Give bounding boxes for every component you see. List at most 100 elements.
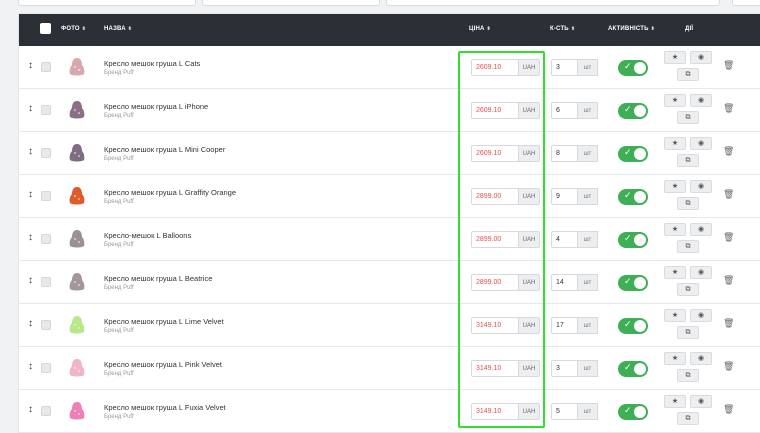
view-button[interactable]: ◉ [690,180,712,193]
delete-icon[interactable]: 🗑 [723,232,734,243]
table-row[interactable]: ↕ Кресло мешок груша L Cats Бренд Puff 2… [19,46,760,89]
row-checkbox[interactable] [41,234,51,244]
row-checkbox[interactable] [41,62,51,72]
drag-handle-icon[interactable]: ↕ [28,104,33,114]
view-button[interactable]: ◉ [690,137,712,150]
star-button[interactable]: ★ [664,352,686,365]
star-button[interactable]: ★ [664,395,686,408]
price-input[interactable]: 3149.10 [471,317,519,334]
table-row[interactable]: ↕ Кресло мешок груша L iPhone Бренд Puff… [19,89,760,132]
delete-icon[interactable]: 🗑 [723,189,734,200]
delete-icon[interactable]: 🗑 [723,60,734,71]
drag-handle-icon[interactable]: ↕ [28,362,33,372]
row-checkbox[interactable] [41,148,51,158]
copy-button[interactable]: ⧉ [677,154,699,167]
row-checkbox[interactable] [41,191,51,201]
delete-icon[interactable]: 🗑 [723,318,734,329]
price-input[interactable]: 2899.00 [471,274,519,291]
quantity-input[interactable]: 9 [551,188,578,205]
product-name[interactable]: Кресло мешок груша L Cats [104,59,200,68]
active-toggle[interactable]: ✓ [618,275,648,291]
header-active[interactable]: АКТИВНІСТЬ ⬍ [608,26,655,32]
copy-button[interactable]: ⧉ [677,240,699,253]
product-name[interactable]: Кресло мешок груша L iPhone [104,102,208,111]
quantity-input[interactable]: 8 [551,145,578,162]
copy-button[interactable]: ⧉ [677,197,699,210]
star-button[interactable]: ★ [664,309,686,322]
product-name[interactable]: Кресло мешок груша L Mini Cooper [104,145,225,154]
active-toggle[interactable]: ✓ [618,146,648,162]
row-checkbox[interactable] [41,363,51,373]
star-button[interactable]: ★ [664,180,686,193]
drag-handle-icon[interactable]: ↕ [28,61,33,71]
drag-handle-icon[interactable]: ↕ [28,147,33,157]
view-button[interactable]: ◉ [690,223,712,236]
quantity-input[interactable]: 4 [551,231,578,248]
quantity-input[interactable]: 6 [551,102,578,119]
active-toggle[interactable]: ✓ [618,361,648,377]
star-button[interactable]: ★ [664,137,686,150]
table-row[interactable]: ↕ Кресло мешок груша L Beatrice Бренд Pu… [19,261,760,304]
delete-icon[interactable]: 🗑 [723,361,734,372]
product-name[interactable]: Кресло мешок груша L Lime Velvet [104,317,224,326]
active-toggle[interactable]: ✓ [618,404,648,420]
delete-icon[interactable]: 🗑 [723,103,734,114]
drag-handle-icon[interactable]: ↕ [28,319,33,329]
table-row[interactable]: ↕ Кресло мешок груша L Graffity Orange Б… [19,175,760,218]
price-input[interactable]: 3149.10 [471,403,519,420]
header-price[interactable]: ЦІНА ⬍ [469,26,491,32]
table-row[interactable]: ↕ Кресло мешок груша L Fuxia Velvet Брен… [19,390,760,433]
active-toggle[interactable]: ✓ [618,60,648,76]
product-name[interactable]: Кресло-мешок L Balloons [104,231,191,240]
quantity-input[interactable]: 5 [551,403,578,420]
filter-field-4[interactable] [732,0,760,6]
quantity-input[interactable]: 17 [551,317,578,334]
drag-handle-icon[interactable]: ↕ [28,276,33,286]
row-checkbox[interactable] [41,320,51,330]
table-row[interactable]: ↕ Кресло мешок груша L Mini Cooper Бренд… [19,132,760,175]
copy-button[interactable]: ⧉ [677,68,699,81]
star-button[interactable]: ★ [664,266,686,279]
row-checkbox[interactable] [41,105,51,115]
copy-button[interactable]: ⧉ [677,283,699,296]
quantity-input[interactable]: 3 [551,59,578,76]
header-name[interactable]: НАЗВА ⬍ [104,26,132,32]
product-name[interactable]: Кресло мешок груша L Fuxia Velvet [104,403,226,412]
drag-handle-icon[interactable]: ↕ [28,190,33,200]
quantity-input[interactable]: 3 [551,360,578,377]
select-all-checkbox[interactable] [40,23,51,34]
filter-field-1[interactable] [18,0,196,6]
header-qty[interactable]: К-СТЬ ⬍ [550,26,575,32]
price-input[interactable]: 2609.10 [471,102,519,119]
row-checkbox[interactable] [41,277,51,287]
product-name[interactable]: Кресло мешок груша L Beatrice [104,274,212,283]
drag-handle-icon[interactable]: ↕ [28,233,33,243]
filter-field-2[interactable] [202,0,380,6]
copy-button[interactable]: ⧉ [677,111,699,124]
star-button[interactable]: ★ [664,51,686,64]
active-toggle[interactable]: ✓ [618,103,648,119]
view-button[interactable]: ◉ [690,395,712,408]
copy-button[interactable]: ⧉ [677,412,699,425]
drag-handle-icon[interactable]: ↕ [28,405,33,415]
price-input[interactable]: 2899.00 [471,231,519,248]
price-input[interactable]: 3149.10 [471,360,519,377]
delete-icon[interactable]: 🗑 [723,146,734,157]
product-name[interactable]: Кресло мешок груша L Graffity Orange [104,188,236,197]
copy-button[interactable]: ⧉ [677,369,699,382]
filter-field-3[interactable] [386,0,720,6]
copy-button[interactable]: ⧉ [677,326,699,339]
quantity-input[interactable]: 14 [551,274,578,291]
table-row[interactable]: ↕ Кресло-мешок L Balloons Бренд Puff 289… [19,218,760,261]
star-button[interactable]: ★ [664,223,686,236]
price-input[interactable]: 2899.00 [471,188,519,205]
star-button[interactable]: ★ [664,94,686,107]
price-input[interactable]: 2609.10 [471,59,519,76]
row-checkbox[interactable] [41,406,51,416]
view-button[interactable]: ◉ [690,94,712,107]
active-toggle[interactable]: ✓ [618,318,648,334]
delete-icon[interactable]: 🗑 [723,404,734,415]
delete-icon[interactable]: 🗑 [723,275,734,286]
view-button[interactable]: ◉ [690,309,712,322]
product-name[interactable]: Кресло мешок груша L Pink Velvet [104,360,222,369]
